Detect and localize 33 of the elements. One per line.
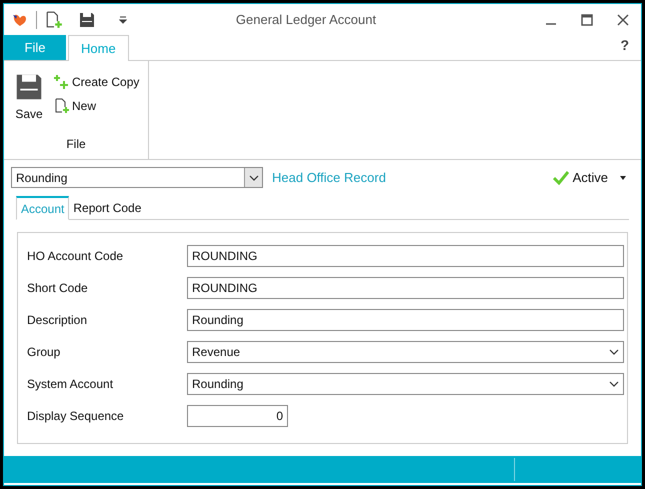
help-icon[interactable]: ? (620, 35, 629, 56)
field-label: System Account (27, 376, 114, 393)
checkmark-icon (552, 170, 569, 184)
tab[interactable]: Report Code (69, 196, 146, 220)
dropdown-field[interactable]: Rounding (187, 373, 624, 395)
group-label: File (66, 136, 86, 153)
create-copy-button[interactable]: Create Copy (54, 73, 140, 91)
status-dropdown[interactable]: Active (552, 168, 626, 188)
field-label: Group (27, 344, 62, 361)
field-label: Display Sequence (27, 408, 125, 425)
app-logo-icon (12, 13, 28, 27)
text-field[interactable]: ROUNDING (187, 245, 624, 267)
dropdown-field[interactable]: Revenue (187, 341, 624, 363)
chevron-down-icon (609, 349, 619, 355)
field-label: Short Code (27, 280, 89, 297)
customize-menu-icon[interactable] (119, 16, 127, 24)
text-field[interactable]: Rounding (187, 309, 624, 331)
new-document-icon (45, 11, 63, 29)
plus-icon (54, 75, 70, 89)
chevron-down-icon (248, 174, 258, 180)
field-label: Description (27, 312, 88, 329)
window-title: General Ledger Account (234, 11, 378, 30)
chevron-down-icon (609, 381, 619, 387)
record-dropdown[interactable]: Rounding (11, 167, 263, 188)
caret-icon (620, 176, 626, 180)
text-field[interactable]: ROUNDING (187, 277, 624, 299)
close-icon[interactable] (617, 14, 629, 26)
maximize-icon[interactable] (581, 14, 593, 26)
new-document-icon (54, 98, 70, 114)
new-button[interactable]: New (54, 97, 140, 115)
number-field[interactable]: 0 (187, 405, 288, 427)
save-button[interactable]: Save (12, 69, 46, 123)
field-label: HO Account Code (27, 248, 124, 265)
